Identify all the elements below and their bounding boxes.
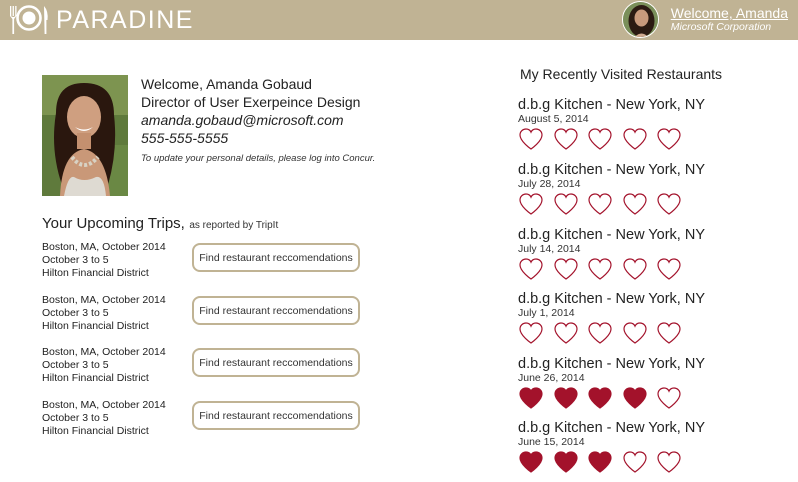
visit-item: d.b.g Kitchen - New York, NY July 14, 20… (518, 227, 788, 289)
find-restaurants-button[interactable]: Find restaurant reccomendations (192, 243, 360, 272)
upcoming-trips-heading: Your Upcoming Trips, as reported by Trip… (42, 215, 278, 233)
heart-icon[interactable] (518, 257, 544, 281)
user-company: Microsoft Corporation (670, 21, 772, 33)
profile-photo (42, 75, 128, 196)
heart-icon[interactable] (656, 450, 682, 474)
trip-item: Boston, MA, October 2014 October 3 to 5 … (42, 241, 372, 286)
heart-rating[interactable] (518, 321, 691, 345)
heart-icon[interactable] (622, 127, 648, 151)
top-header-bar: PARADINE Welcome, Amanda Microsoft Corpo… (0, 0, 798, 40)
visit-item: d.b.g Kitchen - New York, NY July 1, 201… (518, 291, 788, 353)
heart-icon[interactable] (622, 192, 648, 216)
visit-date: July 14, 2014 (518, 243, 581, 255)
recent-restaurants-heading: My Recently Visited Restaurants (520, 66, 723, 82)
user-account[interactable]: Welcome, Amanda Microsoft Corporation (621, 1, 788, 38)
heart-rating[interactable] (518, 450, 691, 474)
heart-icon[interactable] (622, 321, 648, 345)
heart-icon[interactable] (656, 127, 682, 151)
heart-icon[interactable] (518, 127, 544, 151)
restaurant-name[interactable]: d.b.g Kitchen - New York, NY (518, 162, 788, 178)
trip-item: Boston, MA, October 2014 October 3 to 5 … (42, 346, 372, 391)
profile-greeting: Welcome, Amanda Gobaud (141, 76, 312, 92)
profile-job-title: Director of User Exerpeince Design (141, 94, 361, 110)
heart-icon[interactable] (622, 257, 648, 281)
heart-icon[interactable] (553, 127, 579, 151)
trip-item: Boston, MA, October 2014 October 3 to 5 … (42, 294, 372, 339)
restaurant-name[interactable]: d.b.g Kitchen - New York, NY (518, 356, 788, 372)
find-restaurants-button[interactable]: Find restaurant reccomendations (192, 296, 360, 325)
heart-icon[interactable] (518, 321, 544, 345)
avatar-photo (622, 2, 658, 37)
trips-heading-text: Your Upcoming Trips, (42, 215, 185, 232)
heart-icon[interactable] (518, 192, 544, 216)
restaurant-name[interactable]: d.b.g Kitchen - New York, NY (518, 227, 788, 243)
heart-icon[interactable] (553, 257, 579, 281)
heart-icon[interactable] (622, 386, 648, 410)
visit-date: July 28, 2014 (518, 178, 581, 190)
avatar[interactable] (621, 1, 659, 38)
trips-source-text: as reported by TripIt (189, 220, 279, 231)
heart-icon[interactable] (553, 192, 579, 216)
heart-rating[interactable] (518, 386, 691, 410)
profile-phone: 555-555-5555 (141, 130, 229, 146)
welcome-user-link[interactable]: Welcome, Amanda (671, 5, 788, 21)
heart-icon[interactable] (622, 450, 648, 474)
visit-item: d.b.g Kitchen - New York, NY July 28, 20… (518, 162, 788, 224)
profile-update-note: To update your personal details, please … (141, 153, 376, 164)
heart-icon[interactable] (518, 386, 544, 410)
heart-icon[interactable] (656, 257, 682, 281)
visit-date: July 1, 2014 (518, 307, 575, 319)
restaurant-name[interactable]: d.b.g Kitchen - New York, NY (518, 420, 788, 436)
heart-rating[interactable] (518, 127, 691, 151)
profile-email: amanda.gobaud@microsoft.com (141, 112, 344, 128)
logo[interactable]: PARADINE (8, 3, 194, 37)
heart-icon[interactable] (587, 450, 613, 474)
visit-date: August 5, 2014 (518, 113, 589, 125)
find-restaurants-button[interactable]: Find restaurant reccomendations (192, 348, 360, 377)
heart-icon[interactable] (553, 386, 579, 410)
restaurant-name[interactable]: d.b.g Kitchen - New York, NY (518, 97, 788, 113)
plate-and-cutlery-icon (10, 5, 48, 34)
heart-rating[interactable] (518, 257, 691, 281)
find-restaurants-button[interactable]: Find restaurant reccomendations (192, 401, 360, 430)
trip-item: Boston, MA, October 2014 October 3 to 5 … (42, 399, 372, 444)
brand-name: PARADINE (56, 5, 194, 34)
heart-icon[interactable] (656, 321, 682, 345)
heart-rating[interactable] (518, 192, 691, 216)
visit-item: d.b.g Kitchen - New York, NY June 26, 20… (518, 356, 788, 418)
heart-icon[interactable] (587, 321, 613, 345)
heart-icon[interactable] (553, 321, 579, 345)
restaurant-name[interactable]: d.b.g Kitchen - New York, NY (518, 291, 788, 307)
visit-item: d.b.g Kitchen - New York, NY August 5, 2… (518, 97, 788, 159)
heart-icon[interactable] (587, 127, 613, 151)
heart-icon[interactable] (656, 386, 682, 410)
visit-date: June 26, 2014 (518, 372, 585, 384)
heart-icon[interactable] (553, 450, 579, 474)
visit-date: June 15, 2014 (518, 436, 585, 448)
heart-icon[interactable] (587, 257, 613, 281)
visit-item: d.b.g Kitchen - New York, NY June 15, 20… (518, 420, 788, 482)
heart-icon[interactable] (587, 192, 613, 216)
profile-details: Welcome, Amanda Gobaud Director of User … (141, 75, 360, 147)
heart-icon[interactable] (656, 192, 682, 216)
heart-icon[interactable] (518, 450, 544, 474)
heart-icon[interactable] (587, 386, 613, 410)
